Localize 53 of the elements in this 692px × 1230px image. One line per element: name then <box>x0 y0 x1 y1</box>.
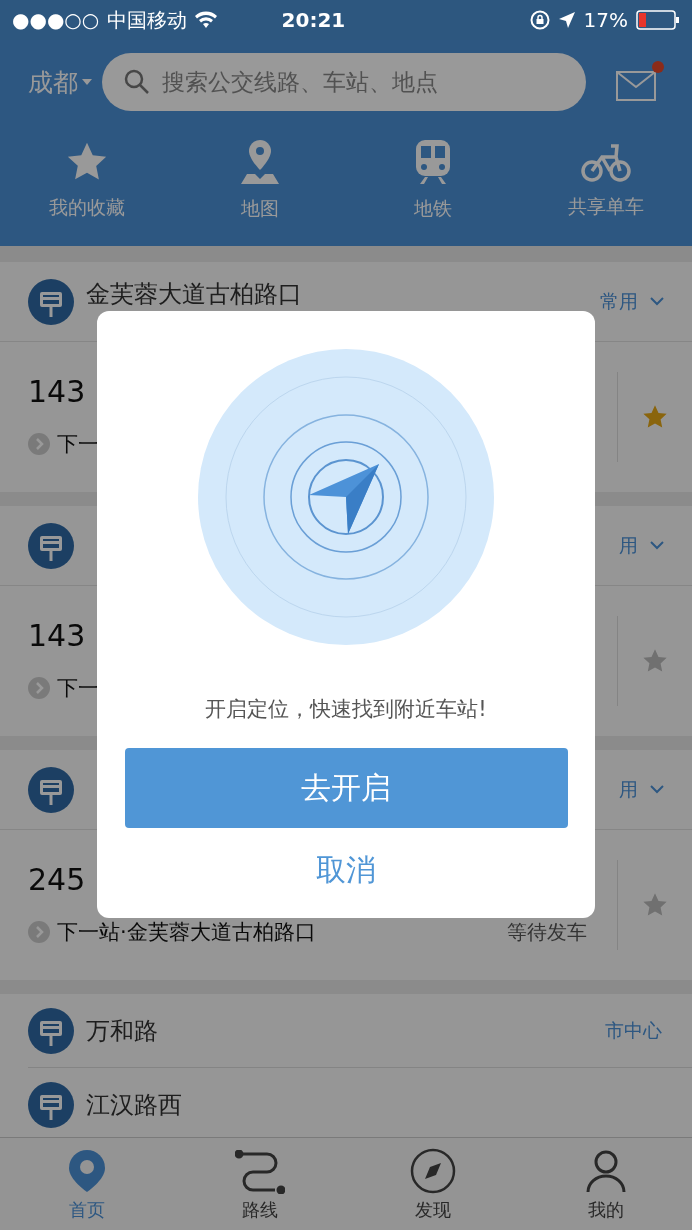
search-input[interactable]: 搜索公交线路、车站、地点 <box>160 68 564 96</box>
place-name: 江汉路西 <box>86 1089 183 1121</box>
next-stop: 下一站·金芙蓉大道古柏路口 <box>57 919 317 946</box>
bus-status: 等待发车 <box>507 918 587 946</box>
location-arrow-icon <box>557 11 576 29</box>
bus-stop-icon <box>28 1081 74 1128</box>
arrow-circle-icon <box>28 433 50 455</box>
dialog-message: 开启定位，快速找到附近车站! <box>205 696 487 723</box>
cancel-button[interactable]: 取消 <box>316 850 376 891</box>
signal-dots: ●●●○○ <box>12 8 100 32</box>
mail-button[interactable] <box>614 61 664 103</box>
enable-button[interactable]: 去开启 <box>124 748 568 828</box>
wifi-icon <box>195 11 218 29</box>
tab-item[interactable]: 我的 <box>519 1138 692 1230</box>
caret-icon <box>82 79 92 85</box>
quick-nav-item[interactable]: 地铁 <box>346 124 519 246</box>
tab-item[interactable]: 路线 <box>173 1138 346 1230</box>
route-number: 245 <box>28 861 86 899</box>
search-field[interactable]: 搜索公交线路、车站、地点 <box>102 53 586 111</box>
battery-icon <box>636 10 680 30</box>
bus-stop-icon <box>28 766 74 813</box>
arrow-circle-icon <box>28 921 50 943</box>
battery-percent: 17% <box>583 8 628 32</box>
bus-stop-icon <box>28 1007 74 1054</box>
route-number: 143 <box>28 373 86 411</box>
rotation-lock-icon <box>529 10 550 30</box>
compass-icon <box>409 1148 456 1194</box>
chevron-down-icon <box>650 785 664 794</box>
stop-tag[interactable]: 用 <box>619 776 664 803</box>
location-pin-icon <box>66 1148 107 1194</box>
stop-tag[interactable]: 常用 <box>600 288 664 315</box>
place-name: 万和路 <box>86 1015 159 1047</box>
city-selector[interactable]: 成都 <box>28 65 92 99</box>
arrow-circle-icon <box>28 677 50 699</box>
quick-nav-item[interactable]: 我的收藏 <box>0 124 173 246</box>
stop-name: 金芙蓉大道古柏路口 <box>86 278 303 310</box>
map-pin-icon <box>238 138 281 186</box>
chevron-down-icon <box>650 541 664 550</box>
mail-icon <box>616 71 656 101</box>
bus-stop-icon <box>28 522 74 569</box>
tab-item[interactable]: 发现 <box>346 1138 519 1230</box>
clock-time: 20:21 <box>281 8 346 32</box>
search-icon <box>124 69 150 95</box>
chevron-down-icon <box>650 297 664 306</box>
route-icon <box>234 1150 285 1194</box>
route-number: 143 <box>28 617 86 655</box>
tab-item[interactable]: 首页 <box>0 1138 173 1230</box>
carrier-name: 中国移动 <box>107 6 188 34</box>
quick-nav-item[interactable]: 地图 <box>173 124 346 246</box>
place-tag: 市中心 <box>605 1017 662 1044</box>
bus-stop-icon <box>28 278 74 325</box>
quick-nav-item[interactable]: 共享单车 <box>519 124 692 246</box>
stop-tag[interactable]: 用 <box>619 532 664 559</box>
